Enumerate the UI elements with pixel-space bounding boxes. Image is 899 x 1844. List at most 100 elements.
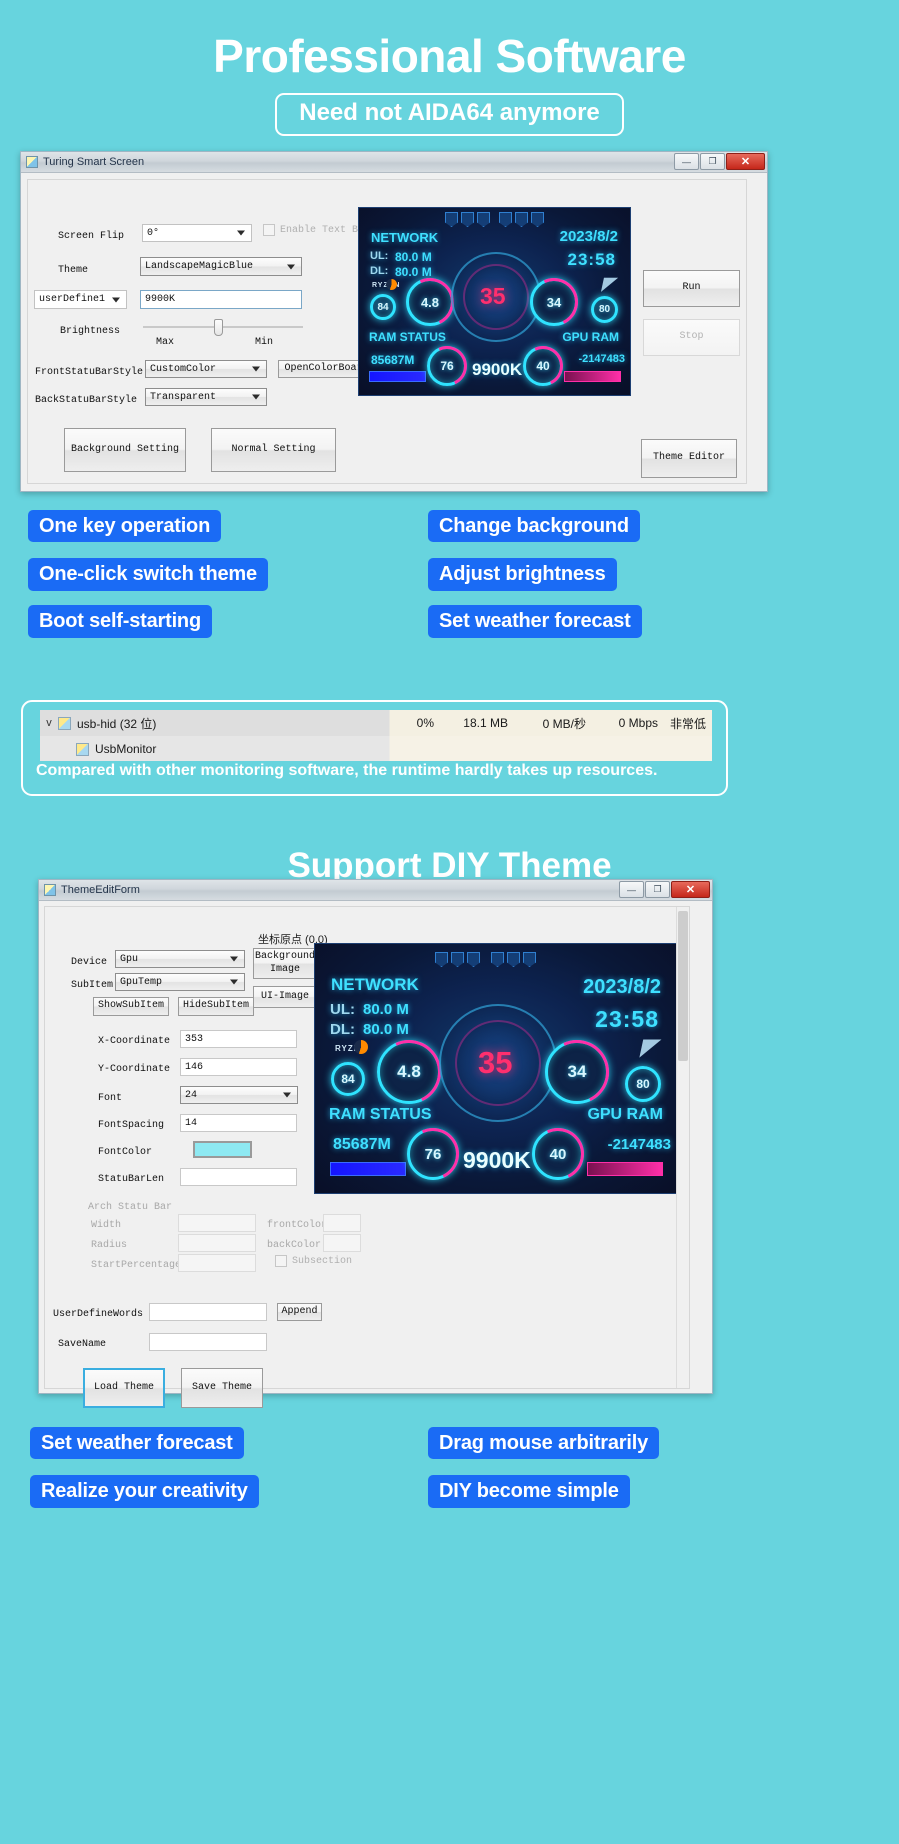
- hud-gpuram-bar: [564, 371, 621, 382]
- table-row[interactable]: UsbMonitor: [40, 736, 712, 761]
- subitem-value: GpuTemp: [120, 976, 163, 988]
- userdefinewords-input[interactable]: [149, 1303, 267, 1321]
- x-coordinate-input[interactable]: 353: [180, 1030, 297, 1048]
- normal-setting-button[interactable]: Normal Setting: [211, 428, 336, 472]
- hud-gpuram-pct-ring: 40: [517, 340, 569, 392]
- font-color-swatch[interactable]: [193, 1141, 252, 1158]
- window-controls: — ❐ ✕: [674, 153, 765, 170]
- start-percentage-input[interactable]: [178, 1254, 256, 1272]
- checkbox-box: [275, 1255, 287, 1267]
- minimize-button[interactable]: —: [674, 153, 699, 170]
- font-spacing-input[interactable]: 14: [180, 1114, 297, 1132]
- screen-preview: NETWORK UL: 80.0 M DL: 80.0 M 2023/8/2 2…: [358, 207, 631, 396]
- theme-editor-button[interactable]: Theme Editor: [641, 439, 737, 478]
- slider-thumb[interactable]: [214, 319, 223, 336]
- back-color-input[interactable]: [323, 1234, 361, 1252]
- savename-input[interactable]: [149, 1333, 267, 1351]
- run-button[interactable]: Run: [643, 270, 740, 307]
- child-process-name: UsbMonitor: [95, 742, 157, 756]
- front-statubar-select[interactable]: CustomColor: [145, 360, 267, 378]
- window-titlebar[interactable]: ThemeEditForm — ❐ ✕: [39, 880, 712, 901]
- scrollbar-thumb[interactable]: [678, 911, 688, 1061]
- brightness-max-label: Max: [156, 337, 175, 348]
- theme-edit-form-window: ThemeEditForm — ❐ ✕ 坐标原点 (0,0) Device Gp…: [38, 879, 713, 1408]
- user-define-text-value: 9900K: [145, 294, 176, 305]
- hud-chip: [515, 212, 528, 227]
- feature-pill-change-background: Change background: [428, 510, 640, 542]
- window-titlebar[interactable]: Turing Smart Screen — ❐ ✕: [21, 152, 767, 173]
- maximize-button[interactable]: ❐: [645, 881, 670, 898]
- user-define-text-input[interactable]: 9900K: [140, 290, 302, 309]
- chevron-down-icon[interactable]: v: [40, 717, 58, 729]
- ui-image-button[interactable]: UI-Image: [253, 986, 317, 1008]
- feature-pill-diy-become-simple: DIY become simple: [428, 1475, 630, 1508]
- load-theme-button[interactable]: Load Theme: [83, 1368, 165, 1408]
- hud-chip-row: [445, 212, 544, 227]
- arch-statu-bar-label: Arch Statu Bar: [88, 1202, 173, 1213]
- hud-chip: [451, 952, 464, 967]
- vertical-scrollbar[interactable]: [676, 907, 689, 1388]
- feature-pill-drag-mouse-arbitrarily: Drag mouse arbitrarily: [428, 1427, 660, 1459]
- radius-input[interactable]: [178, 1234, 256, 1252]
- minimize-button[interactable]: —: [619, 881, 644, 898]
- hud-chip: [435, 952, 448, 967]
- background-setting-button[interactable]: Background Setting: [64, 428, 186, 472]
- font-select[interactable]: 24: [180, 1086, 298, 1104]
- hero-subtitle-wrap: Need not AIDA64 anymore: [0, 93, 899, 136]
- feature-pill-boot-self-starting: Boot self-starting: [28, 605, 212, 638]
- hud-ram-bar: [369, 371, 426, 382]
- disk-value: 0 MB/秒: [542, 716, 586, 731]
- subsection-checkbox[interactable]: Subsection: [275, 1255, 352, 1267]
- ring-accent: [517, 340, 569, 392]
- hud-chip: [467, 952, 480, 967]
- hud-network-label: NETWORK: [331, 975, 419, 994]
- subitem-select[interactable]: GpuTemp: [115, 973, 245, 991]
- close-button[interactable]: ✕: [671, 881, 710, 898]
- hud-time: 23:58: [567, 250, 616, 269]
- theme-screen-preview[interactable]: NETWORK UL: 80.0 M DL: 80.0 M 2023/8/2 2…: [314, 943, 678, 1194]
- turing-smart-screen-window: Turing Smart Screen — ❐ ✕ Screen Flip 0°…: [20, 151, 768, 492]
- stop-button[interactable]: Stop: [643, 319, 740, 356]
- brightness-slider[interactable]: [143, 319, 303, 338]
- feature-pill-set-weather-forecast-2: Set weather forecast: [30, 1427, 244, 1459]
- task-manager-callout: v usb-hid (32 位) 0% 18.1 MB 0 MB/秒 0 Mbp…: [21, 700, 728, 796]
- rog-logo-icon: ◤: [639, 1034, 662, 1059]
- statubarlen-input[interactable]: [180, 1168, 297, 1186]
- table-row[interactable]: v usb-hid (32 位) 0% 18.1 MB 0 MB/秒 0 Mbp…: [40, 710, 712, 736]
- maximize-button[interactable]: ❐: [700, 153, 725, 170]
- statubarlen-label: StatuBarLen: [98, 1174, 165, 1185]
- hud-date: 2023/8/2: [559, 228, 618, 245]
- process-icon: [58, 716, 71, 730]
- append-button[interactable]: Append: [277, 1303, 322, 1321]
- brightness-label: Brightness: [60, 326, 121, 337]
- device-select[interactable]: Gpu: [115, 950, 245, 968]
- front-color-input[interactable]: [323, 1214, 361, 1232]
- hero-subtitle: Need not AIDA64 anymore: [275, 93, 624, 136]
- width-input[interactable]: [178, 1214, 256, 1232]
- task-manager-table: v usb-hid (32 位) 0% 18.1 MB 0 MB/秒 0 Mbp…: [40, 710, 712, 761]
- network-value: 0 Mbps: [618, 716, 658, 730]
- memory-value: 18.1 MB: [463, 716, 508, 730]
- y-coordinate-input[interactable]: 146: [180, 1058, 297, 1076]
- show-subitem-button[interactable]: ShowSubItem: [93, 997, 169, 1016]
- screen-flip-select[interactable]: 0°: [142, 224, 252, 242]
- hud-cpu-small-ring: 84: [370, 294, 396, 320]
- ring-accent: [524, 1120, 592, 1188]
- theme-select[interactable]: LandscapeMagicBlue: [140, 257, 302, 276]
- hud-gpuram-bar: [587, 1162, 663, 1176]
- save-theme-button[interactable]: Save Theme: [181, 1368, 263, 1408]
- subitem-label: SubItem: [71, 980, 114, 991]
- start-percentage-label: StartPercentage: [91, 1260, 182, 1271]
- hud-ram-value: 85687M: [371, 353, 415, 367]
- device-value: Gpu: [120, 953, 139, 965]
- close-button[interactable]: ✕: [726, 153, 765, 170]
- page-title: Professional Software: [213, 30, 686, 82]
- width-label: Width: [91, 1220, 122, 1231]
- user-define-select[interactable]: userDefine1: [34, 290, 127, 309]
- back-statubar-select[interactable]: Transparent: [145, 388, 267, 406]
- ring-accent: [421, 340, 473, 392]
- chevron-down-icon: [237, 230, 245, 236]
- hide-subitem-button[interactable]: HideSubItem: [178, 997, 254, 1016]
- background-image-button[interactable]: Background Image: [253, 948, 317, 979]
- hud-ul-label: UL:: [370, 250, 389, 262]
